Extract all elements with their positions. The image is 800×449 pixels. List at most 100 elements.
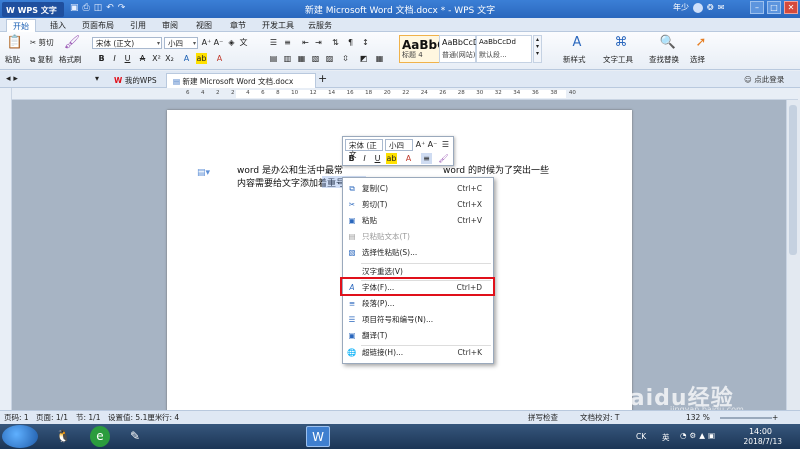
text-effect-button[interactable]: A	[214, 53, 225, 64]
status-row[interactable]: 行: 4	[162, 411, 179, 424]
menu-item-translate[interactable]: ▣ 翻译(T)	[343, 328, 493, 344]
status-doc-proof[interactable]: 文档校对: T	[580, 411, 620, 424]
superscript-button[interactable]: X²	[151, 53, 162, 64]
mini-format-painter-icon[interactable]: 🖌	[438, 153, 449, 164]
numbering-icon[interactable]: ≡	[282, 37, 293, 48]
mini-highlight-button[interactable]: ab	[386, 153, 397, 164]
line-spacing-button[interactable]: ⇳	[340, 53, 351, 64]
tab-chapter[interactable]: 章节	[224, 19, 252, 32]
tab-references[interactable]: 引用	[124, 19, 152, 32]
close-button[interactable]: ✕	[784, 1, 798, 14]
tab-view[interactable]: 视图	[190, 19, 218, 32]
mini-italic-button[interactable]: I	[359, 153, 370, 164]
align-right-button[interactable]: ▦	[296, 53, 307, 64]
clear-format-icon[interactable]: ◈	[226, 37, 237, 48]
mini-grow-font-button[interactable]: A⁺	[415, 139, 426, 150]
tab-cloud[interactable]: 云服务	[302, 19, 338, 32]
font-color-button[interactable]: A	[181, 53, 192, 64]
grow-font-button[interactable]: A⁺	[201, 37, 212, 48]
styles-scroll[interactable]: ▴ ▾ ▾	[533, 35, 542, 63]
paragraph-handle-icon[interactable]: ▤▾	[197, 168, 210, 178]
select-button[interactable]: 选择	[690, 54, 705, 65]
tab-my-wps[interactable]: W 我的WPS	[108, 73, 163, 88]
zoom-level[interactable]: 132 %	[686, 411, 710, 424]
format-painter-icon[interactable]: 🖌	[63, 35, 81, 51]
menu-item-paste-special[interactable]: ▧ 选择性粘贴(S)...	[343, 245, 493, 261]
align-left-button[interactable]: ▤	[268, 53, 279, 64]
bullets-icon[interactable]: ☰	[268, 37, 279, 48]
tab-current-document[interactable]: ▤ 新建 Microsoft Word 文档.docx *✕	[166, 73, 316, 101]
menu-item-cut[interactable]: ✂ 剪切(T) Ctrl+X	[343, 197, 493, 213]
menu-item-paste[interactable]: ▣ 粘贴 Ctrl+V	[343, 213, 493, 229]
mini-font-color-button[interactable]: A	[403, 153, 414, 164]
tray-icons[interactable]: ◔⚙▲▣	[680, 431, 718, 440]
paste-button[interactable]: 粘贴	[5, 54, 20, 65]
align-center-button[interactable]: ▥	[282, 53, 293, 64]
style-default-paragraph[interactable]: AaBbCcDd 默认段...	[476, 35, 532, 63]
status-page-number[interactable]: 页码: 1	[4, 411, 29, 424]
new-tab-button[interactable]: +	[318, 72, 327, 85]
strikethrough-button[interactable]: A	[137, 53, 148, 64]
wps-taskbar-icon[interactable]: W	[306, 426, 330, 447]
user-name[interactable]: 年少	[673, 2, 689, 13]
shrink-font-button[interactable]: A⁻	[213, 37, 224, 48]
status-pages[interactable]: 页面: 1/1	[36, 411, 68, 424]
tab-insert[interactable]: 插入	[44, 19, 72, 32]
avatar[interactable]	[693, 2, 703, 13]
subscript-button[interactable]: X₂	[164, 53, 175, 64]
distribute-button[interactable]: ▨	[324, 53, 335, 64]
menu-item-paragraph[interactable]: ≡ 段落(P)...	[343, 296, 493, 312]
menu-item-bullets-numbering[interactable]: ☰ 项目符号和编号(N)...	[343, 312, 493, 328]
clock-time[interactable]: 14:00	[749, 427, 772, 436]
new-style-icon[interactable]: A	[568, 35, 586, 51]
skin-icon[interactable]: ❂	[707, 3, 714, 12]
paste-icon[interactable]: 📋	[6, 35, 24, 51]
shading-button[interactable]: ◩	[358, 53, 369, 64]
status-section[interactable]: 节: 1/1	[76, 411, 100, 424]
copy-button[interactable]: ⧉ 复制	[30, 54, 53, 65]
menu-item-hyperlink[interactable]: 🌐 超链接(H)... Ctrl+K	[343, 345, 493, 361]
qq-icon[interactable]: 🐧	[50, 426, 76, 447]
style-normal-web[interactable]: AaBbCcD 普通(网站)	[439, 35, 479, 63]
format-painter-button[interactable]: 格式刷	[59, 54, 82, 65]
font-name-combo[interactable]: 宋体 (正文) ▾	[92, 37, 162, 49]
tab-review[interactable]: 审阅	[156, 19, 184, 32]
tab-developer[interactable]: 开发工具	[256, 19, 300, 32]
browser-icon[interactable]: e	[90, 426, 110, 447]
zoom-in-icon[interactable]: +	[772, 411, 778, 424]
mini-font-name-combo[interactable]: 宋体 (正文	[345, 139, 383, 159]
mini-align-button[interactable]: ≡	[421, 153, 432, 164]
zoom-slider[interactable]	[720, 417, 772, 419]
phonetic-icon[interactable]: 文	[238, 37, 249, 48]
chevron-down-icon[interactable]: ▾	[95, 74, 99, 83]
new-style-button[interactable]: 新样式	[563, 54, 586, 65]
text-tools-button[interactable]: 文字工具	[603, 54, 633, 65]
cut-button[interactable]: ✂ 剪切	[30, 37, 54, 48]
text-tools-icon[interactable]: ⌘	[612, 35, 630, 51]
clock-date[interactable]: 2018/7/13	[744, 437, 782, 446]
highlight-button[interactable]: ab	[196, 53, 207, 64]
paint-icon[interactable]: ✎	[122, 426, 148, 447]
status-setting[interactable]: 设置值: 5.1厘米	[108, 411, 162, 424]
select-icon[interactable]: ➚	[692, 35, 710, 51]
underline-button[interactable]: U	[122, 53, 133, 64]
minimize-button[interactable]: –	[750, 1, 764, 14]
mini-font-size-combo[interactable]: 小四	[385, 139, 413, 151]
login-link[interactable]: ☺ 点此登录	[744, 74, 784, 85]
justify-button[interactable]: ▧	[310, 53, 321, 64]
mini-bold-button[interactable]: B	[346, 153, 357, 164]
maximize-button[interactable]: □	[767, 1, 781, 14]
ime-indicator[interactable]: CK	[636, 432, 646, 441]
tab-page-layout[interactable]: 页面布局	[76, 19, 120, 32]
mini-line-spacing-icon[interactable]: ☰	[440, 139, 451, 150]
bold-button[interactable]: B	[96, 53, 107, 64]
mini-shrink-font-button[interactable]: A⁻	[427, 139, 438, 150]
ime-mode[interactable]: 英	[662, 432, 670, 443]
italic-button[interactable]: I	[109, 53, 120, 64]
start-button[interactable]	[2, 425, 38, 448]
decrease-indent-icon[interactable]: ⇤	[300, 37, 311, 48]
status-spell-check[interactable]: 拼写检查	[528, 411, 558, 424]
font-size-combo[interactable]: 小四 ▾	[164, 37, 198, 49]
find-replace-button[interactable]: 查找替换	[649, 54, 679, 65]
chinese-layout-icon[interactable]: ⇅	[330, 37, 341, 48]
